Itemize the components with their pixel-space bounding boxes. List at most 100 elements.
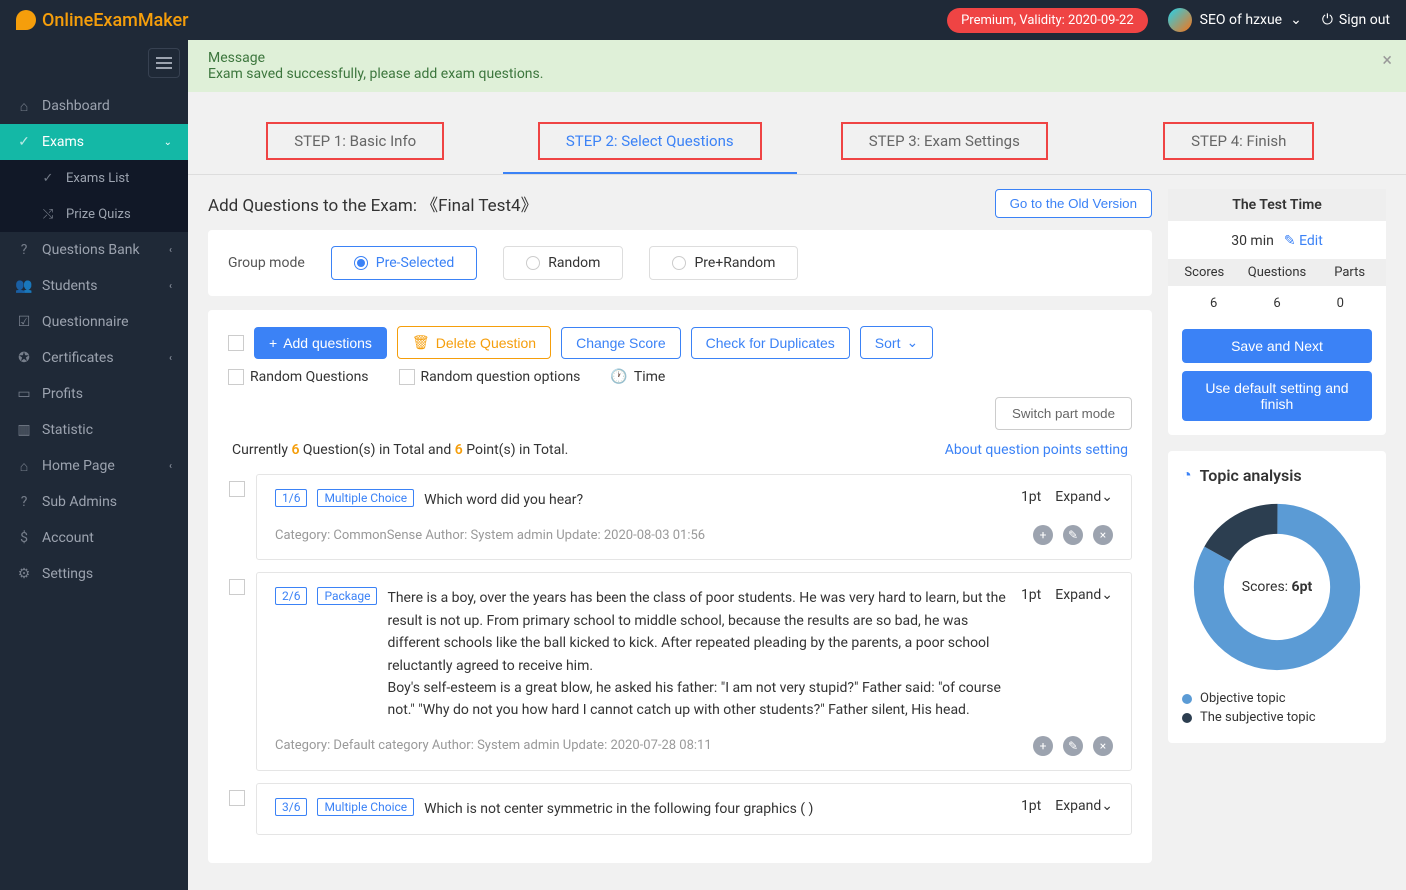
premium-badge[interactable]: Premium, Validity: 2020-09-22	[947, 8, 1148, 33]
content-left: Add Questions to the Exam: 《Final Test4》…	[208, 189, 1152, 877]
check-icon: ✓	[40, 170, 56, 186]
nav-label: Dashboard	[42, 98, 110, 114]
edit-icon[interactable]: ✎	[1063, 736, 1083, 756]
add-icon[interactable]: +	[1033, 736, 1053, 756]
nav-label: Certificates	[42, 350, 114, 366]
question-type: Multiple Choice	[317, 489, 414, 507]
label: Time	[634, 369, 665, 385]
label: Random question options	[421, 369, 581, 385]
nav-label: Exams	[42, 134, 84, 150]
nav-settings[interactable]: ⚙ Settings	[0, 556, 188, 592]
stats-header: Scores Questions Parts	[1168, 259, 1386, 286]
radio-label: Pre-Selected	[376, 255, 455, 271]
chevron-down-icon: ⌄	[1101, 489, 1113, 505]
delete-question-button[interactable]: 🗑 Delete Question	[397, 326, 551, 359]
step-select-questions[interactable]: STEP 2: Select Questions	[503, 110, 798, 174]
nav-label: Questionnaire	[42, 314, 129, 330]
radio-pre-selected[interactable]: Pre-Selected	[331, 246, 478, 280]
change-score-button[interactable]: Change Score	[561, 327, 681, 359]
nav-account[interactable]: $ Account	[0, 520, 188, 556]
nav-dashboard[interactable]: ⌂ Dashboard	[0, 88, 188, 124]
question-checkbox[interactable]	[229, 579, 245, 595]
save-next-button[interactable]: Save and Next	[1182, 329, 1372, 363]
time-value: 30 min	[1231, 233, 1274, 249]
questions-card: + Add questions 🗑 Delete Question Change…	[208, 310, 1152, 863]
nav-statistic[interactable]: ▥ Statistic	[0, 412, 188, 448]
nav-profits[interactable]: ▭ Profits	[0, 376, 188, 412]
nav-prize-quizs[interactable]: ⤭ Prize Quizs	[0, 196, 188, 232]
btn-label: Sort	[875, 335, 901, 351]
help-icon: ?	[16, 242, 32, 258]
close-icon[interactable]: ×	[1382, 50, 1392, 71]
stats-h-questions: Questions	[1241, 265, 1314, 280]
nav-exams[interactable]: ✓ Exams ⌄	[0, 124, 188, 160]
question-type: Package	[317, 587, 377, 605]
nav-questions-bank[interactable]: ? Questions Bank ‹	[0, 232, 188, 268]
expand-toggle[interactable]: Expand⌄	[1055, 798, 1113, 814]
step-finish[interactable]: STEP 4: Finish	[1092, 110, 1387, 174]
topic-analysis-panel: ◔ Topic analysis Scores: 6pt	[1168, 451, 1386, 743]
radio-label: Random	[548, 255, 600, 271]
stats-parts: 0	[1309, 296, 1372, 311]
question-points: 1pt	[1021, 587, 1041, 603]
radio-icon	[526, 256, 540, 270]
nav-students[interactable]: 👥 Students ‹	[0, 268, 188, 304]
select-all-checkbox[interactable]	[228, 335, 244, 351]
sidebar-toggle[interactable]	[148, 48, 180, 78]
stats-scores: 6	[1182, 296, 1245, 311]
old-version-button[interactable]: Go to the Old Version	[995, 189, 1152, 218]
random-questions-checkbox[interactable]: Random Questions	[228, 369, 369, 385]
stats-h-scores: Scores	[1168, 265, 1241, 280]
edit-time-link[interactable]: ✎ Edit	[1284, 233, 1323, 249]
analysis-title-text: Topic analysis	[1200, 466, 1302, 485]
check-duplicates-button[interactable]: Check for Duplicates	[691, 327, 850, 359]
logo[interactable]: OnlineExamMaker	[16, 10, 189, 31]
topbar-right: Premium, Validity: 2020-09-22 SEO of hzx…	[947, 8, 1390, 33]
add-icon[interactable]: +	[1033, 525, 1053, 545]
nav-label: Questions Bank	[42, 242, 140, 258]
chevron-down-icon: ⌄	[1101, 798, 1113, 814]
nav-sub-admins[interactable]: ? Sub Admins	[0, 484, 188, 520]
sort-button[interactable]: Sort ⌄	[860, 326, 933, 359]
nav-questionnaire[interactable]: ☑ Questionnaire	[0, 304, 188, 340]
step-exam-settings[interactable]: STEP 3: Exam Settings	[797, 110, 1092, 174]
step-label: STEP 3: Exam Settings	[869, 132, 1020, 150]
user-name: SEO of hzxue	[1200, 12, 1282, 28]
expand-toggle[interactable]: Expand⌄	[1055, 489, 1113, 505]
question-meta: Category: CommonSense Author: System adm…	[275, 528, 705, 543]
radio-random[interactable]: Random	[503, 246, 623, 280]
nav-exams-list[interactable]: ✓ Exams List	[0, 160, 188, 196]
question-type: Multiple Choice	[317, 798, 414, 816]
expand-toggle[interactable]: Expand⌄	[1055, 587, 1113, 603]
chevron-left-icon: ‹	[169, 281, 172, 292]
time-option[interactable]: 🕐Time	[610, 369, 665, 385]
delete-icon[interactable]: ×	[1093, 525, 1113, 545]
radio-pre-random[interactable]: Pre+Random	[649, 246, 798, 280]
delete-icon[interactable]: ×	[1093, 736, 1113, 756]
edit-icon[interactable]: ✎	[1063, 525, 1083, 545]
step-label: STEP 4: Finish	[1191, 132, 1286, 150]
legend-dot-icon	[1182, 713, 1192, 723]
donut-chart: Scores: 6pt	[1187, 497, 1367, 677]
question-checkbox[interactable]	[229, 481, 245, 497]
nav-certificates[interactable]: ✪ Certificates ‹	[0, 340, 188, 376]
signout-button[interactable]: ⏻ Sign out	[1322, 12, 1390, 28]
about-points-link[interactable]: About question points setting	[945, 442, 1128, 458]
step-label: STEP 2: Select Questions	[566, 132, 734, 150]
add-questions-button[interactable]: + Add questions	[254, 327, 387, 359]
label: Random Questions	[250, 369, 369, 385]
stats-h-parts: Parts	[1313, 265, 1386, 280]
switch-part-mode-button[interactable]: Switch part mode	[995, 397, 1132, 430]
options-row: Random Questions Random question options…	[228, 369, 1132, 385]
pie-icon: ◔	[1182, 465, 1192, 485]
question-checkbox[interactable]	[229, 790, 245, 806]
user-menu[interactable]: SEO of hzxue ⌄	[1168, 8, 1302, 32]
step-basic-info[interactable]: STEP 1: Basic Info	[208, 110, 503, 174]
nav-home-page[interactable]: ⌂ Home Page ‹	[0, 448, 188, 484]
chevron-down-icon: ⌄	[164, 137, 172, 148]
steps: STEP 1: Basic Info STEP 2: Select Questi…	[188, 92, 1406, 175]
random-options-checkbox[interactable]: Random question options	[399, 369, 581, 385]
question-item: 1/6 Multiple Choice Which word did you h…	[256, 474, 1132, 560]
chevron-left-icon: ‹	[169, 353, 172, 364]
use-default-button[interactable]: Use default setting and finish	[1182, 371, 1372, 421]
